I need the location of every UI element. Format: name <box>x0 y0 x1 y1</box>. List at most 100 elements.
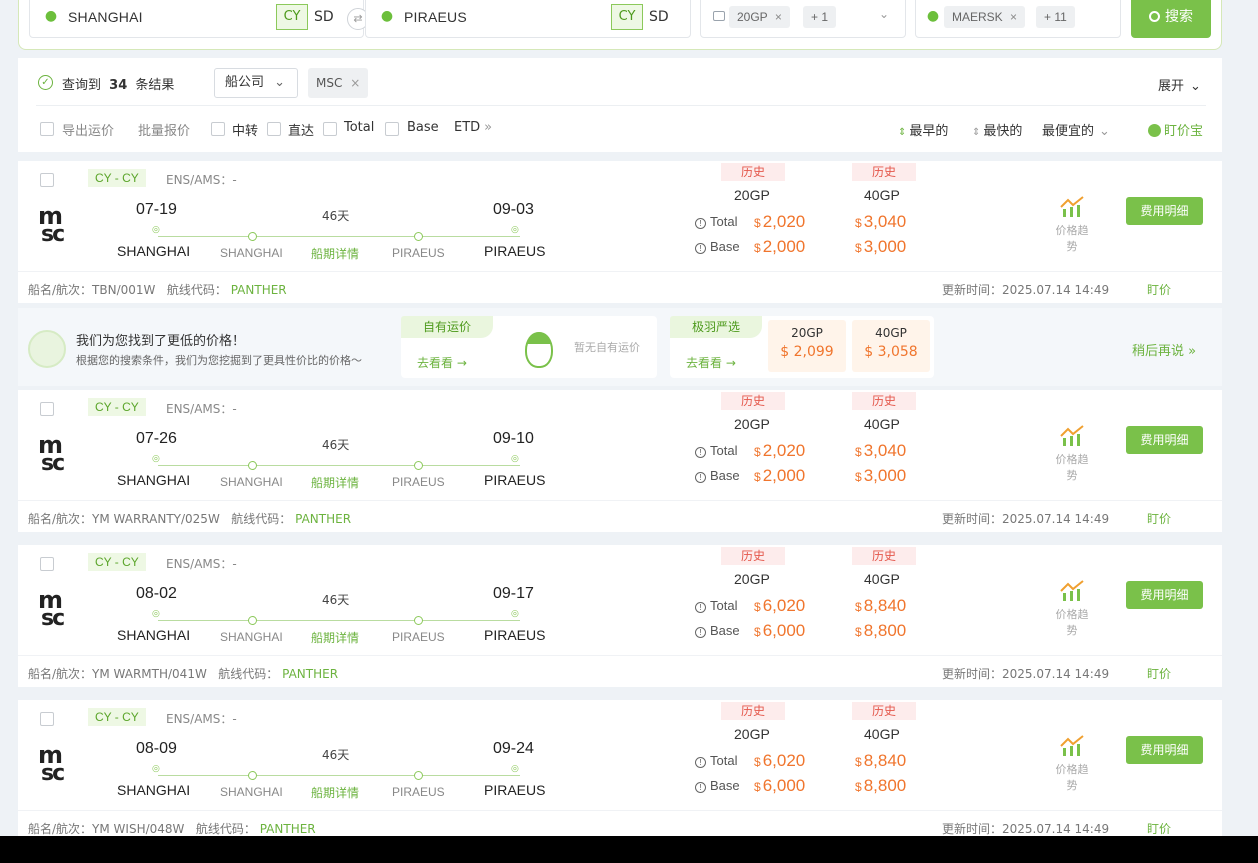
dest-sd-option[interactable]: SD <box>649 9 669 25</box>
card-checkbox[interactable] <box>40 402 54 416</box>
sort-cheapest[interactable]: 最便宜的 ⌄ <box>1042 120 1110 139</box>
currency: $ <box>754 755 761 769</box>
container-tag[interactable]: 20GP × <box>729 6 790 28</box>
result-card: CY - CY ENS/AMS：- m sc 07-26 46天 09-10 ◎ … <box>18 390 1222 532</box>
ship-detail-link[interactable]: 船期详情 <box>311 474 359 491</box>
location-pin-icon: ● <box>44 8 58 24</box>
export-label[interactable]: 导出运价 <box>62 120 114 139</box>
currency: $ <box>754 780 761 794</box>
watch-price-link[interactable]: 盯价 <box>1147 510 1171 527</box>
dest-pin-icon: ◎ <box>511 609 519 619</box>
pod-name: PIRAEUS <box>484 782 546 798</box>
container-select[interactable]: 20GP × + 1 ⌄ <box>700 0 906 38</box>
ship-detail-link[interactable]: 船期详情 <box>311 784 359 801</box>
cy-badge: CY - CY <box>88 169 146 187</box>
own-rate-link[interactable]: 去看看 → <box>417 354 467 371</box>
origin-input[interactable]: SHANGHAI <box>68 9 143 25</box>
search-bar: ● SHANGHAI CY SD ⇄ ● PIRAEUS CY SD 20GP … <box>18 0 1222 50</box>
watch-price-link[interactable]: 盯价 <box>1147 281 1171 298</box>
base-checkbox[interactable] <box>385 122 399 136</box>
search-button[interactable]: 搜索 <box>1131 0 1211 38</box>
total-price-40: $3,040 <box>855 441 906 461</box>
card-checkbox[interactable] <box>40 173 54 187</box>
carrier-filter-tag[interactable]: MSC × <box>308 68 369 98</box>
card-checkbox[interactable] <box>40 557 54 571</box>
base-text: Base <box>710 468 740 483</box>
fee-detail-button[interactable]: 费用明细 <box>1126 426 1203 454</box>
search-icon <box>1149 11 1160 22</box>
watch-price-link[interactable]: 盯价 <box>1147 665 1171 682</box>
close-icon[interactable]: × <box>350 76 360 90</box>
cy-badge: CY - CY <box>88 553 146 571</box>
update-time: 更新时间：2025.07.14 14:49 <box>942 820 1109 836</box>
history-tag-20[interactable]: 历史 <box>721 392 785 410</box>
pol-name: SHANGHAI <box>117 472 191 488</box>
currency: $ <box>754 216 761 230</box>
carrier-tag[interactable]: MAERSK × <box>944 6 1026 28</box>
total-checkbox[interactable] <box>323 122 337 136</box>
fee-detail-button[interactable]: 费用明细 <box>1126 581 1203 609</box>
info-icon: ! <box>695 757 706 768</box>
container-40-label: 40GP <box>864 571 900 587</box>
expand-toggle[interactable]: 展开 ⌄ <box>1158 75 1201 94</box>
msc-logo: m sc <box>38 431 65 476</box>
pod-name: PIRAEUS <box>484 243 546 259</box>
transfer-checkbox[interactable] <box>211 122 225 136</box>
etd-filter[interactable]: ETD» <box>454 120 492 135</box>
currency: $ <box>754 470 761 484</box>
selected-rate-box: 极羽严选 去看看 → 20GP $ 2,099 40GP $ 3,058 <box>670 316 934 378</box>
origin-field[interactable]: ● SHANGHAI CY SD <box>29 0 364 38</box>
price-lock-link[interactable]: 盯价宝 <box>1148 120 1203 139</box>
trend-chart-icon <box>1060 425 1084 446</box>
price-trend[interactable]: 价格趋势 <box>1052 424 1092 483</box>
route-prefix: 航线代码： <box>166 283 227 297</box>
batch-quote-label[interactable]: 批量报价 <box>138 120 190 139</box>
result-card: CY - CY ENS/AMS：- m sc 08-02 46天 09-17 ◎ … <box>18 545 1222 687</box>
later-link[interactable]: 稍后再说 » <box>1132 340 1196 359</box>
info-icon: ! <box>695 782 706 793</box>
history-tag-40[interactable]: 历史 <box>852 163 916 181</box>
fee-detail-button[interactable]: 费用明细 <box>1126 736 1203 764</box>
fee-detail-button[interactable]: 费用明细 <box>1126 197 1203 225</box>
dest-cy-chip[interactable]: CY <box>611 4 643 30</box>
total-price-40: $8,840 <box>855 751 906 771</box>
base-label: Base <box>407 120 439 135</box>
price-trend[interactable]: 价格趋势 <box>1052 734 1092 793</box>
history-tag-40[interactable]: 历史 <box>852 547 916 565</box>
ship-detail-link[interactable]: 船期详情 <box>311 629 359 646</box>
close-icon[interactable]: × <box>1010 10 1017 24</box>
pod-name: PIRAEUS <box>484 472 546 488</box>
container-20-label: 20GP <box>734 726 770 742</box>
price-trend[interactable]: 价格趋势 <box>1052 195 1092 254</box>
vessel-name: YM WISH/048W <box>92 822 185 836</box>
dest-field[interactable]: ● PIRAEUS CY SD <box>365 0 691 38</box>
history-tag-40[interactable]: 历史 <box>852 392 916 410</box>
direct-checkbox[interactable] <box>267 122 281 136</box>
origin-sd-option[interactable]: SD <box>314 9 334 25</box>
sort-earliest[interactable]: ⇕ 最早的 <box>898 120 948 139</box>
price-trend[interactable]: 价格趋势 <box>1052 579 1092 638</box>
dest-input[interactable]: PIRAEUS <box>404 9 467 25</box>
chevron-down-icon[interactable]: ⌄ <box>879 7 889 21</box>
origin-cy-chip[interactable]: CY <box>276 4 308 30</box>
container-40-label: 40GP <box>864 187 900 203</box>
carrier-filter-dropdown[interactable]: 船公司 ⌄ <box>214 68 298 98</box>
vessel-info: 船名/航次：YM WISH/048W 航线代码： PANTHER <box>28 820 316 836</box>
results-number: 34 <box>109 78 128 93</box>
sort-fastest[interactable]: ⇕ 最快的 <box>972 120 1022 139</box>
history-tag-20[interactable]: 历史 <box>721 702 785 720</box>
carrier-select[interactable]: ● MAERSK × + 11 <box>915 0 1121 38</box>
base-price-40: $8,800 <box>855 776 906 796</box>
card-checkbox[interactable] <box>40 712 54 726</box>
waypoint-dot <box>248 771 257 780</box>
history-tag-20[interactable]: 历史 <box>721 547 785 565</box>
export-checkbox[interactable] <box>40 122 54 136</box>
ship-detail-link[interactable]: 船期详情 <box>311 245 359 262</box>
close-icon[interactable]: × <box>775 10 782 24</box>
selected-rate-link[interactable]: 去看看 → <box>686 354 736 371</box>
history-tag-20[interactable]: 历史 <box>721 163 785 181</box>
watch-price-link[interactable]: 盯价 <box>1147 820 1171 836</box>
sort-icon: ⇕ <box>898 127 907 138</box>
expand-label: 展开 <box>1158 79 1185 94</box>
history-tag-40[interactable]: 历史 <box>852 702 916 720</box>
